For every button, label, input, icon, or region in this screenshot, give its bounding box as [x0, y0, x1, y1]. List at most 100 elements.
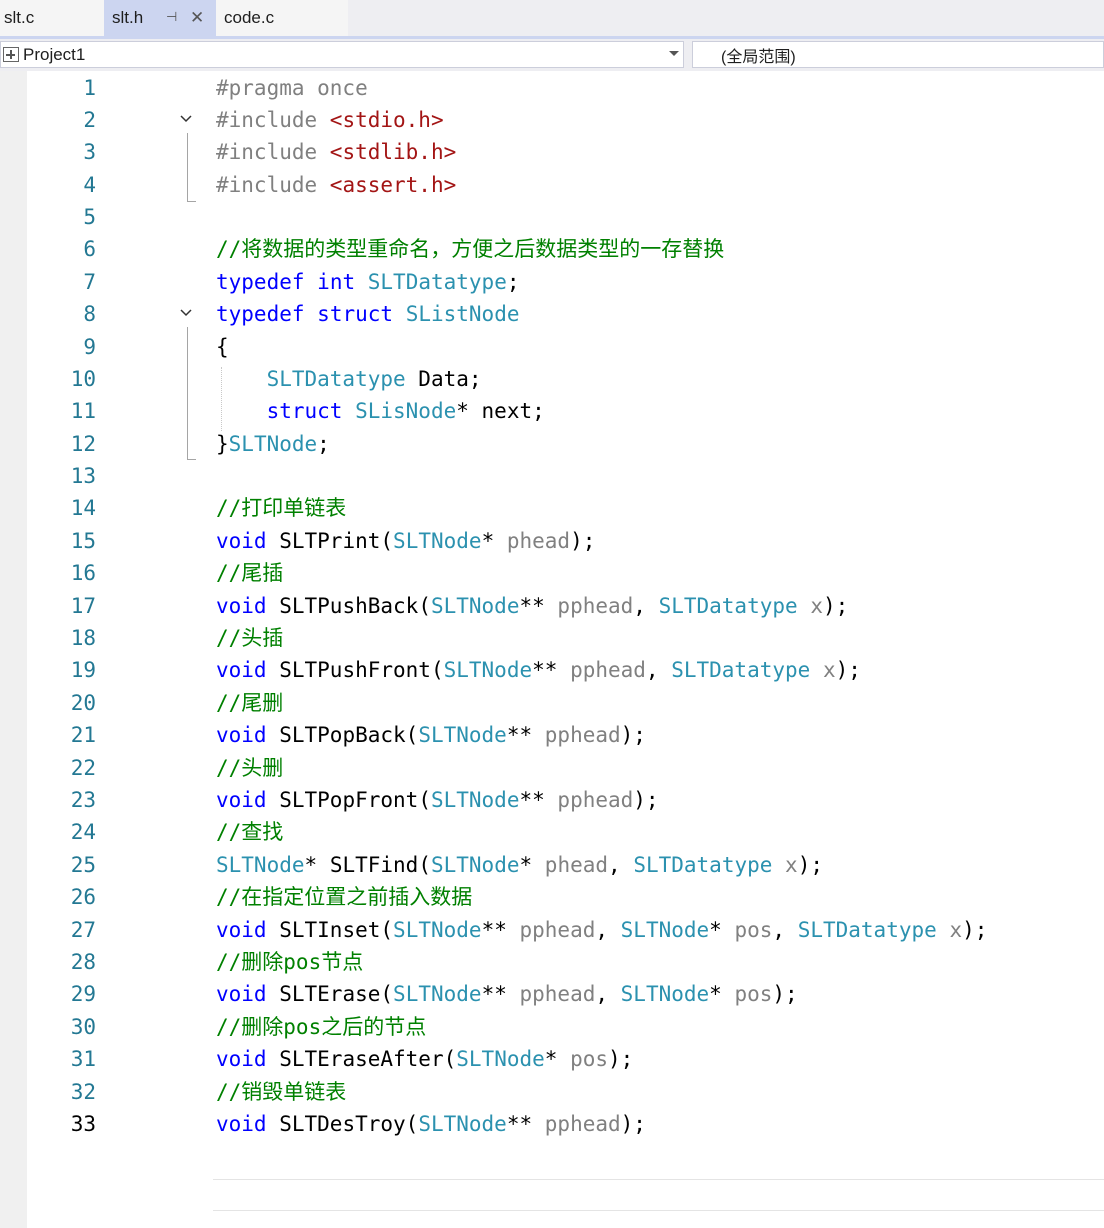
line-number: 27 — [70, 918, 96, 942]
code-token: SLTDesTroy — [279, 1112, 406, 1136]
code-line[interactable]: 24 //查找 — [0, 816, 1104, 848]
code-line[interactable]: 20 //尾删 — [0, 687, 1104, 719]
code-token: void — [216, 1047, 267, 1071]
code-token: ( — [380, 918, 394, 942]
code-token: pphead — [557, 594, 634, 618]
code-token: struct — [317, 302, 394, 326]
code-token: ( — [418, 594, 431, 618]
code-token: //销毁单链表 — [216, 1080, 347, 1104]
close-icon[interactable]: ✕ — [190, 8, 204, 28]
code-token: void — [216, 723, 267, 747]
code-token: //头删 — [216, 756, 284, 780]
code-token: ( — [405, 1112, 419, 1136]
code-text: { — [216, 331, 229, 363]
code-line[interactable]: 32 //销毁单链表 — [0, 1076, 1104, 1108]
code-line[interactable]: 7 typedef int SLTDatatype; — [0, 266, 1104, 298]
code-token: ); — [822, 594, 849, 618]
code-token: SLTNode — [430, 594, 520, 618]
line-number: 16 — [70, 561, 96, 585]
code-line[interactable]: 28 //删除pos节点 — [0, 946, 1104, 978]
code-token: SLTNode — [418, 723, 507, 747]
code-token: ); — [797, 853, 823, 877]
code-token: ; — [317, 432, 330, 456]
code-line[interactable]: 15 void SLTPrint(SLTNode* phead); — [0, 525, 1104, 557]
code-line[interactable]: 9{ — [0, 331, 1104, 363]
scope-dropdown[interactable]: (全局范围) — [692, 41, 1104, 68]
code-token: * — [481, 529, 507, 553]
code-line[interactable]: 26 //在指定位置之前插入数据 — [0, 881, 1104, 913]
line-number: 11 — [70, 399, 96, 423]
code-line[interactable]: 3 #include <stdlib.h> — [0, 136, 1104, 168]
tab-code-c[interactable]: code.c — [216, 0, 348, 36]
code-text: struct SLisNode* next; — [216, 395, 545, 427]
code-text: //头插 — [216, 622, 283, 654]
code-token: SLTInset — [279, 918, 381, 942]
code-line[interactable]: 13 — [0, 460, 1104, 492]
code-line[interactable]: 12}SLTNode; — [0, 428, 1104, 460]
code-token: SLTEraseAfter — [279, 1047, 444, 1071]
code-token: * next; — [456, 399, 545, 423]
code-line[interactable]: 17 void SLTPushBack(SLTNode** pphead, SLT… — [0, 590, 1104, 622]
line-number: 10 — [70, 367, 96, 391]
code-token: , — [772, 918, 798, 942]
code-line[interactable]: 33 void SLTDesTroy(SLTNode** pphead); — [0, 1108, 1104, 1140]
code-line[interactable]: 27 void SLTInset(SLTNode** pphead, SLTNod… — [0, 914, 1104, 946]
project-dropdown[interactable]: Project1 — [0, 41, 684, 68]
code-token: void — [216, 658, 267, 682]
code-line[interactable]: 5 — [0, 201, 1104, 233]
scope-label: (全局范围) — [721, 48, 796, 66]
code-line[interactable]: 16 //尾插 — [0, 557, 1104, 589]
line-number: 9 — [83, 335, 96, 359]
code-token: <assert.h> — [329, 173, 457, 197]
tab-slt-h[interactable]: slt.h ⊣ ✕ — [104, 0, 216, 36]
code-editor[interactable]: 1 #pragma once 2 #include <stdio.h> 3 #includ… — [0, 71, 1104, 1228]
code-token: pos — [734, 982, 773, 1006]
code-token: SLTNode — [456, 1047, 545, 1071]
code-line[interactable]: 8 typedef struct SListNode — [0, 298, 1104, 330]
code-line[interactable]: 19 void SLTPushFront(SLTNode** pphead, SL… — [0, 654, 1104, 686]
line-number: 17 — [70, 594, 96, 618]
code-line[interactable]: 31 void SLTEraseAfter(SLTNode* pos); — [0, 1043, 1104, 1075]
code-token: SLTDatatype — [797, 918, 937, 942]
current-line-highlight — [213, 1179, 1104, 1211]
line-number: 19 — [70, 658, 96, 682]
tab-slt-c[interactable]: slt.c — [0, 0, 104, 36]
code-line[interactable]: 10 SLTDatatype Data; — [0, 363, 1104, 395]
code-line[interactable]: 14 //打印单链表 — [0, 492, 1104, 524]
pin-icon[interactable]: ⊣ — [166, 9, 177, 25]
code-line[interactable]: 6 //将数据的类型重命名，方便之后数据类型的一存替换 — [0, 233, 1104, 265]
code-line[interactable]: 1 #pragma once — [0, 72, 1104, 104]
line-number: 26 — [70, 885, 96, 909]
code-token: //删除pos节点 — [216, 950, 364, 974]
code-text: SLTNode* SLTFind(SLTNode* phead, SLTData… — [216, 849, 823, 881]
code-text: void SLTPushFront(SLTNode** pphead, SLTD… — [216, 654, 861, 686]
code-line[interactable]: 22 //头删 — [0, 752, 1104, 784]
code-line[interactable]: 11 struct SLisNode* next; — [0, 395, 1104, 427]
code-token: ); — [835, 658, 861, 682]
code-line[interactable]: 4 #include <assert.h> — [0, 169, 1104, 201]
code-token: pphead — [557, 788, 634, 812]
code-line[interactable]: 30 //删除pos之后的节点 — [0, 1011, 1104, 1043]
code-line[interactable]: 25 SLTNode* SLTFind(SLTNode* phead, SLTDa… — [0, 849, 1104, 881]
chevron-down-icon[interactable] — [669, 51, 679, 56]
code-line[interactable]: 21 void SLTPopBack(SLTNode** pphead); — [0, 719, 1104, 751]
code-token: //打印单链表 — [216, 496, 347, 520]
code-token: ); — [772, 982, 798, 1006]
code-line[interactable]: 29 void SLTErase(SLTNode** pphead, SLTNod… — [0, 978, 1104, 1010]
code-token: SLTDatatype — [367, 270, 507, 294]
code-line[interactable]: 2 #include <stdio.h> — [0, 104, 1104, 136]
code-token: { — [216, 335, 229, 359]
code-text: void SLTPopBack(SLTNode** pphead); — [216, 719, 646, 751]
code-line[interactable]: 18 //头插 — [0, 622, 1104, 654]
line-number: 15 — [70, 529, 96, 553]
code-token: SLTFind — [329, 853, 419, 877]
line-number: 28 — [70, 950, 96, 974]
code-token: SLTPushBack — [279, 594, 419, 618]
code-line[interactable]: 23 void SLTPopFront(SLTNode** pphead); — [0, 784, 1104, 816]
code-token: SLTNode — [430, 853, 520, 877]
code-text: typedef int SLTDatatype; — [216, 266, 520, 298]
